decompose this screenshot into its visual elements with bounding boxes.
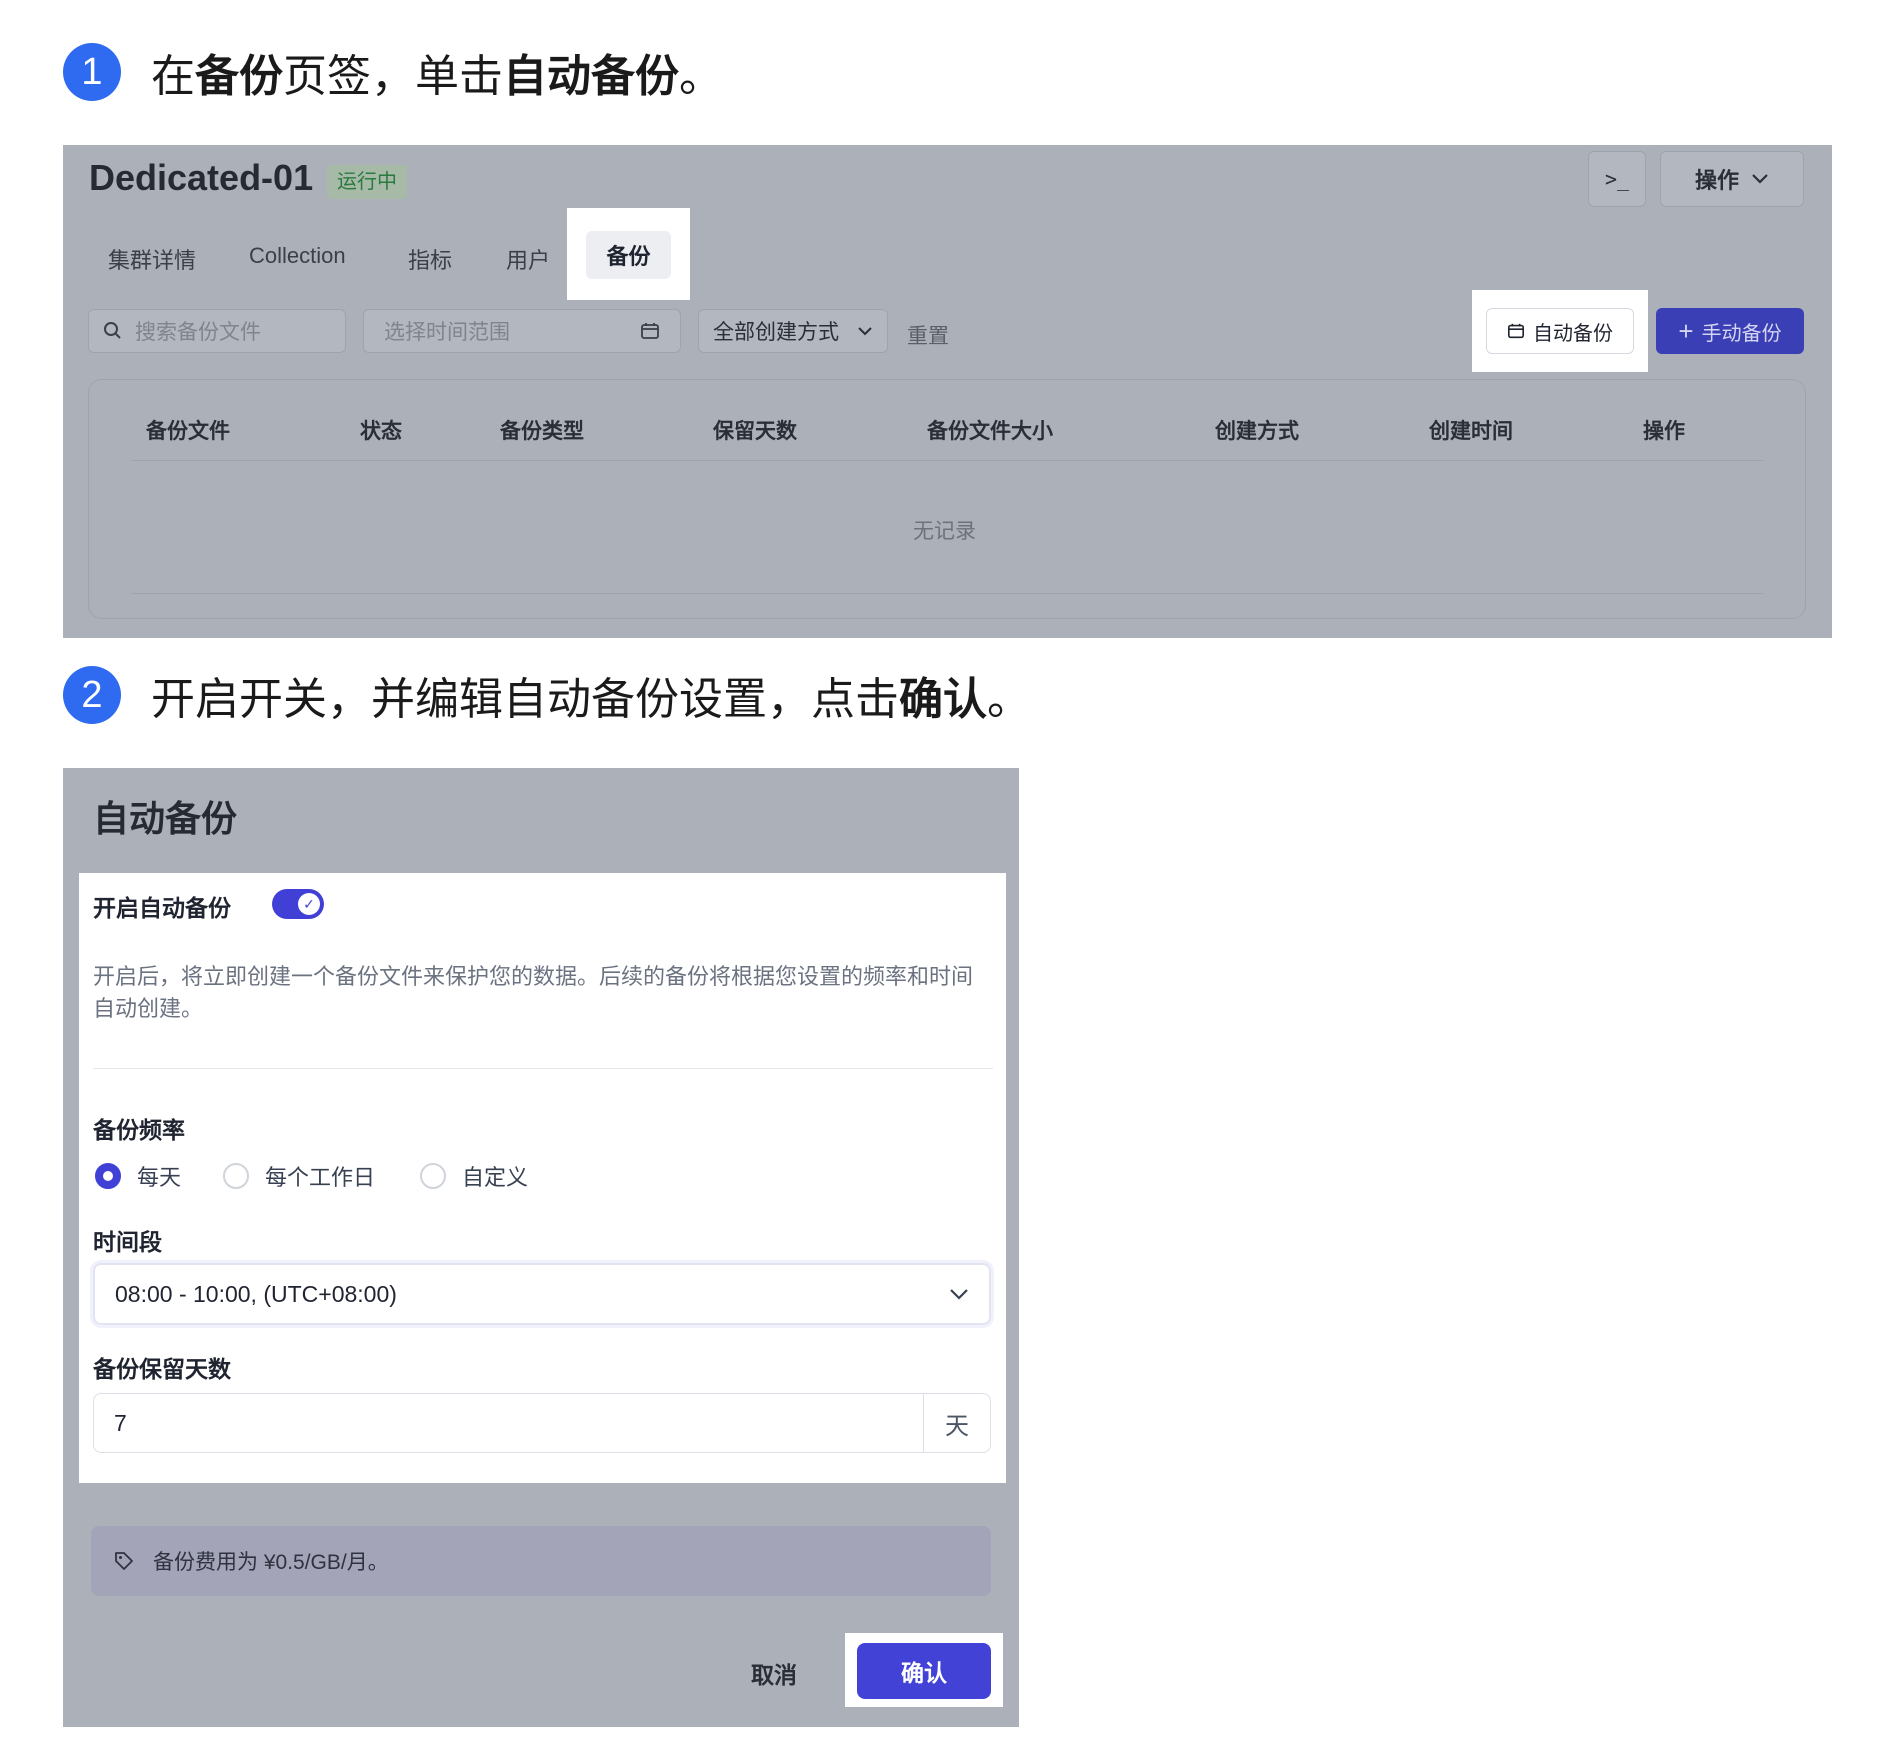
creation-method-select[interactable]: 全部创建方式 (698, 309, 888, 353)
backup-tab-screenshot: Dedicated-01 运行中 >_ 操作 集群详情 Collection 指… (63, 145, 1832, 638)
table-divider (131, 593, 1763, 594)
step-1-text: 在备份页签，单击自动备份。 (151, 52, 723, 101)
fee-text: 备份费用为 ¥0.5/GB/月。 (153, 1551, 389, 1574)
reset-button[interactable]: 重置 (907, 320, 949, 350)
frequency-option-daily[interactable]: 每天 (95, 1160, 181, 1192)
tab-backup[interactable]: 备份 (586, 231, 671, 279)
retention-input[interactable]: 7 天 (93, 1393, 991, 1453)
radio-icon (420, 1163, 446, 1189)
divider (93, 1068, 993, 1069)
time-range-picker[interactable]: 选择时间范围 (363, 309, 681, 353)
manual-backup-label: 手动备份 (1701, 322, 1782, 345)
search-placeholder: 搜索备份文件 (135, 321, 261, 344)
chevron-down-icon (950, 1289, 968, 1300)
step-1-header: 1 在备份页签，单击自动备份。 (63, 40, 723, 104)
search-input[interactable]: 搜索备份文件 (88, 309, 346, 353)
auto-backup-dialog-screenshot: 自动备份 开启自动备份 ✓ 开启后，将立即创建一个备份文件来保护您的数据。后续的… (63, 768, 1019, 1727)
operations-dropdown[interactable]: 操作 (1660, 151, 1804, 207)
table-divider (131, 460, 1763, 461)
radio-icon (223, 1163, 249, 1189)
radio-selected-icon (95, 1163, 121, 1189)
retention-value: 7 (114, 1409, 127, 1436)
time-label: 时间段 (93, 1229, 162, 1255)
column-header: 创建方式 (1215, 420, 1299, 443)
column-header: 保留天数 (713, 420, 797, 443)
cluster-title: Dedicated-01 (89, 157, 314, 198)
empty-state: 无记录 (913, 520, 976, 543)
step-2-text: 开启开关，并编辑自动备份设置，点击确认。 (151, 675, 1031, 724)
check-icon: ✓ (298, 893, 320, 915)
terminal-button[interactable]: >_ (1588, 151, 1646, 207)
description: 开启后，将立即创建一个备份文件来保护您的数据。后续的备份将根据您设置的频率和时间… (93, 964, 974, 1021)
frequency-label: 备份频率 (93, 1117, 185, 1143)
tab-cluster-details[interactable]: 集群详情 (108, 243, 196, 275)
status-badge: 运行中 (327, 165, 407, 199)
time-window-value: 08:00 - 10:00, (UTC+08:00) (115, 1280, 397, 1307)
retention-unit: 天 (923, 1394, 990, 1452)
manual-backup-button[interactable]: + 手动备份 (1656, 308, 1804, 354)
dialog-title: 自动备份 (93, 798, 238, 839)
retention-label: 备份保留天数 (93, 1356, 231, 1382)
tab-users[interactable]: 用户 (506, 243, 550, 275)
step-number-1: 1 (63, 43, 121, 101)
auto-backup-button[interactable]: 自动备份 (1486, 308, 1634, 354)
time-range-placeholder: 选择时间范围 (384, 321, 510, 344)
column-header: 状态 (360, 420, 402, 443)
step-2-header: 2 开启开关，并编辑自动备份设置，点击确认。 (63, 663, 1031, 727)
frequency-option-weekdays[interactable]: 每个工作日 (223, 1160, 375, 1192)
settings-panel: 开启自动备份 ✓ 开启后，将立即创建一个备份文件来保护您的数据。后续的备份将根据… (79, 873, 1006, 1483)
tag-icon (115, 1552, 133, 1570)
cancel-button[interactable]: 取消 (751, 1656, 797, 1690)
column-header: 备份文件大小 (927, 420, 1053, 443)
chevron-down-icon (1752, 174, 1768, 184)
plus-icon: + (1678, 316, 1694, 346)
column-header: 操作 (1643, 420, 1685, 443)
frequency-option-custom[interactable]: 自定义 (420, 1160, 528, 1192)
tab-collection[interactable]: Collection (249, 243, 346, 269)
enable-label: 开启自动备份 (93, 895, 231, 921)
step-number-2: 2 (63, 666, 121, 724)
column-header: 备份文件 (146, 420, 230, 443)
search-icon (104, 322, 121, 339)
terminal-icon: >_ (1604, 167, 1630, 191)
time-window-select[interactable]: 08:00 - 10:00, (UTC+08:00) (93, 1263, 991, 1325)
confirm-button[interactable]: 确认 (857, 1643, 991, 1699)
creation-method-value: 全部创建方式 (713, 321, 839, 344)
enable-toggle[interactable]: ✓ (272, 889, 324, 919)
auto-backup-label: 自动备份 (1533, 322, 1613, 345)
column-header: 备份类型 (500, 420, 584, 443)
fee-notice: 备份费用为 ¥0.5/GB/月。 (91, 1526, 991, 1596)
tab-metrics[interactable]: 指标 (408, 243, 452, 275)
operations-label: 操作 (1694, 168, 1739, 193)
column-header: 创建时间 (1429, 420, 1513, 443)
calendar-icon (1507, 323, 1525, 339)
chevron-down-icon (858, 327, 872, 336)
calendar-icon (641, 323, 659, 339)
